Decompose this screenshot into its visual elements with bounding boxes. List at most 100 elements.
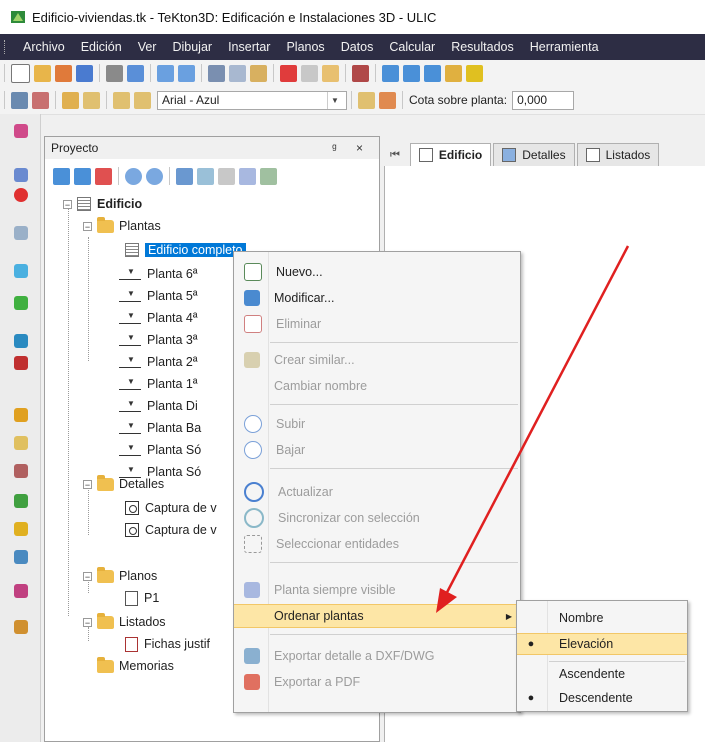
terrain-icon[interactable] — [14, 334, 28, 348]
expander-edificio[interactable]: − — [63, 200, 72, 210]
tree-node-listados[interactable]: Listados — [97, 612, 166, 631]
chevron-down-icon[interactable]: ▼ — [327, 91, 342, 109]
print-icon[interactable] — [106, 64, 123, 82]
panel-pin-close-buttons[interactable]: ᵍ × — [332, 141, 371, 155]
tree-node-memorias[interactable]: Memorias — [97, 656, 174, 675]
expander-detalles[interactable]: − — [83, 480, 92, 490]
validate-icon[interactable] — [322, 64, 339, 82]
refresh-icon[interactable] — [176, 167, 193, 185]
tree-node-fichas[interactable]: Fichas justif — [125, 635, 210, 653]
move-up-icon[interactable] — [125, 167, 142, 185]
window-icon[interactable] — [14, 522, 28, 536]
menu-item-cambiar-nombre[interactable]: Cambiar nombre — [234, 374, 520, 398]
opening-icon[interactable] — [14, 550, 28, 564]
menu-planos[interactable]: Planos — [278, 40, 332, 54]
grid-icon[interactable] — [62, 91, 79, 109]
tree-node-plantas[interactable]: Plantas — [97, 216, 161, 235]
table-icon[interactable] — [83, 91, 100, 109]
tree-node-captura[interactable]: Captura de v — [125, 521, 217, 539]
zoom-out-icon[interactable] — [424, 64, 441, 82]
menu-item-sincronizar[interactable]: Sincronizar con selección — [234, 506, 520, 530]
open-recent-icon[interactable] — [55, 64, 72, 82]
tree-node-edificio[interactable]: Edificio — [77, 195, 142, 213]
delete-icon[interactable] — [280, 64, 297, 82]
menu-item-exportar-pdf[interactable]: Exportar a PDF — [234, 670, 520, 694]
slab-icon[interactable] — [14, 264, 28, 278]
beam-icon[interactable] — [14, 436, 28, 450]
block-icon[interactable] — [358, 91, 375, 109]
add-item-icon[interactable] — [53, 167, 70, 185]
globe-icon[interactable] — [14, 168, 28, 182]
tab-scroll-first-icon[interactable]: ⏮ — [390, 149, 400, 162]
view-3d-icon[interactable] — [14, 124, 28, 138]
undo-icon[interactable] — [157, 64, 174, 82]
submenu-item-ascendente[interactable]: Ascendente — [517, 663, 687, 685]
door-icon[interactable] — [14, 494, 28, 508]
sum-icon[interactable] — [352, 64, 369, 82]
tab-edificio[interactable]: Edificio — [409, 143, 492, 166]
fill-icon[interactable] — [379, 91, 396, 109]
wall-icon[interactable] — [14, 226, 28, 240]
tree-node-floor[interactable]: Planta 5ª — [119, 287, 198, 305]
edit-item-icon[interactable] — [74, 167, 91, 185]
menu-resultados[interactable]: Resultados — [443, 40, 522, 54]
copy-icon[interactable] — [229, 64, 246, 82]
print-preview-icon[interactable] — [127, 64, 144, 82]
tree-node-floor[interactable]: Planta Ba — [119, 419, 201, 437]
tree-node-floor[interactable]: Planta 2ª — [119, 353, 198, 371]
expander-planos[interactable]: − — [83, 572, 92, 582]
move-down-icon[interactable] — [146, 167, 163, 185]
menu-item-exportar-dxf[interactable]: Exportar detalle a DXF/DWG — [234, 644, 520, 668]
menu-datos[interactable]: Datos — [333, 40, 382, 54]
sync-icon[interactable] — [197, 167, 214, 185]
zoom-extents-icon[interactable] — [466, 64, 483, 82]
flag-icon[interactable] — [14, 356, 28, 370]
pin-icon[interactable] — [239, 167, 256, 185]
expander-plantas[interactable]: − — [83, 222, 92, 232]
delete-item-icon[interactable] — [95, 167, 112, 185]
tree-node-captura[interactable]: Captura de v — [125, 499, 217, 517]
menu-item-subir[interactable]: Subir — [234, 412, 520, 436]
layer-color-icon[interactable] — [32, 91, 49, 109]
menu-edicion[interactable]: Edición — [73, 40, 130, 54]
tree-node-floor[interactable]: Planta 1ª — [119, 375, 198, 393]
tab-detalles[interactable]: Detalles — [493, 143, 575, 166]
tree-node-floor[interactable]: Planta 3ª — [119, 331, 198, 349]
furniture-icon[interactable] — [14, 584, 28, 598]
export-icon[interactable] — [260, 167, 277, 185]
submenu-item-descendente[interactable]: ● Descendente — [517, 687, 687, 709]
target-icon[interactable] — [14, 188, 28, 202]
zoom-icon[interactable] — [382, 64, 399, 82]
menu-ver[interactable]: Ver — [130, 40, 165, 54]
menu-herramientas[interactable]: Herramienta — [522, 40, 607, 54]
submenu-item-elevacion[interactable]: ● Elevación — [517, 633, 687, 655]
tree-node-planos[interactable]: Planos — [97, 566, 157, 585]
menu-item-nuevo[interactable]: Nuevo... — [234, 260, 520, 284]
open-folder-icon[interactable] — [34, 64, 51, 82]
pencil-icon[interactable] — [14, 620, 28, 634]
tree-node-edificio-completo[interactable]: Edificio completo — [125, 241, 246, 259]
menu-calcular[interactable]: Calcular — [381, 40, 443, 54]
text-style-select[interactable]: Arial - Azul ▼ — [157, 90, 347, 110]
menu-dibujar[interactable]: Dibujar — [164, 40, 220, 54]
menu-item-planta-visible[interactable]: Planta siempre visible — [234, 578, 520, 602]
tree-node-floor[interactable]: Planta 6ª — [119, 265, 198, 283]
tree-node-p1[interactable]: P1 — [125, 589, 159, 607]
pan-icon[interactable] — [445, 64, 462, 82]
menu-archivo[interactable]: Archivo — [15, 40, 73, 54]
roof-icon[interactable] — [14, 296, 28, 310]
save-icon[interactable] — [76, 64, 93, 82]
stair-icon[interactable] — [14, 464, 28, 478]
new-file-icon[interactable] — [11, 63, 30, 83]
select-entities-icon[interactable] — [218, 167, 235, 185]
menu-item-modificar[interactable]: Modificar... — [234, 286, 520, 310]
layer-icon[interactable] — [11, 91, 28, 109]
text-options-icon[interactable] — [134, 91, 151, 109]
tree-node-floor[interactable]: Planta Só — [119, 441, 201, 459]
tree-node-detalles[interactable]: Detalles — [97, 474, 164, 493]
menu-item-ordenar-plantas[interactable]: Ordenar plantas ▶ — [234, 604, 520, 628]
text-style-icon[interactable] — [113, 91, 130, 109]
tree-node-floor[interactable]: Planta Di — [119, 397, 198, 415]
menu-insertar[interactable]: Insertar — [220, 40, 278, 54]
menu-item-actualizar[interactable]: Actualizar — [234, 480, 520, 504]
